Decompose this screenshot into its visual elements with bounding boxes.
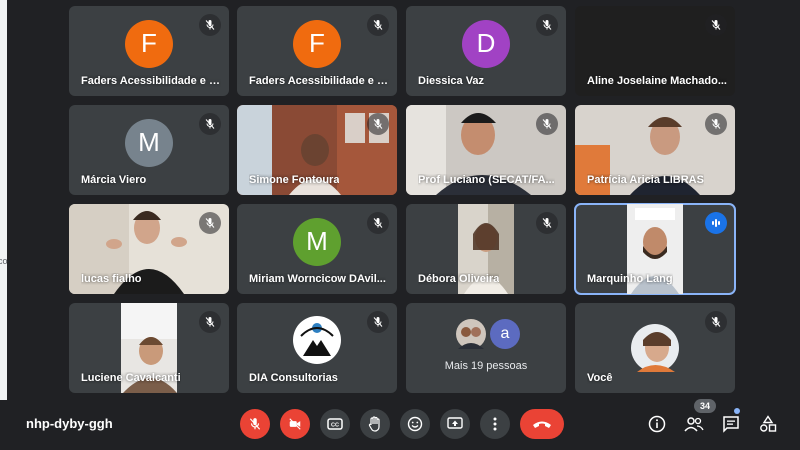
participant-tile[interactable]: Prof Luciano (SECAT/FA...: [406, 105, 566, 195]
participant-thumbnail: [456, 319, 486, 349]
avatar: F: [125, 19, 173, 68]
participant-tile[interactable]: D Diessica Vaz: [406, 6, 566, 96]
participant-name: DIA Consultorias: [249, 372, 338, 384]
participant-name: Débora Oliveira: [418, 273, 500, 285]
avatar: F: [293, 19, 341, 68]
mic-off-icon: [705, 14, 727, 36]
mic-off-icon: [367, 14, 389, 36]
participant-name: Aline Joselaine Machado...: [587, 75, 727, 87]
mic-off-icon: [705, 113, 727, 135]
camera-toggle-button[interactable]: [280, 409, 310, 439]
participant-tile[interactable]: M Miriam Worncicow DAvil...: [237, 204, 397, 294]
mic-off-icon: [536, 212, 558, 234]
bottom-control-bar: nhp-dyby-ggh CC: [0, 400, 800, 450]
participant-count-badge: 34: [694, 399, 716, 413]
participant-name: Luciene Cavalcanti: [81, 372, 181, 384]
self-tile[interactable]: Você: [575, 303, 735, 393]
mic-off-icon: [536, 14, 558, 36]
activities-icon: [760, 415, 777, 432]
people-button[interactable]: [682, 412, 706, 436]
mic-off-icon: [199, 113, 221, 135]
participant-tile[interactable]: Débora Oliveira: [406, 204, 566, 294]
reactions-button[interactable]: [400, 409, 430, 439]
mic-off-icon: [705, 311, 727, 333]
more-participants-label: Mais 19 pessoas: [444, 360, 528, 372]
captions-button[interactable]: CC: [320, 409, 350, 439]
participant-tile[interactable]: Patrícia Aricia LIBRAS: [575, 105, 735, 195]
svg-text:CC: CC: [331, 423, 339, 429]
participant-name: Márcia Viero: [81, 174, 147, 186]
meeting-code: nhp-dyby-ggh: [26, 416, 113, 431]
participant-tile-active-speaker[interactable]: Marquinho Lang: [574, 203, 736, 295]
chat-button[interactable]: [719, 412, 743, 436]
mic-off-icon: [199, 14, 221, 36]
camera-off-icon: [289, 418, 301, 430]
avatar: a: [490, 319, 520, 349]
edge-text-fragment: co: [0, 256, 8, 266]
present-screen-icon: [447, 417, 463, 429]
mic-toggle-button[interactable]: [240, 409, 270, 439]
activities-button[interactable]: [756, 412, 780, 436]
participant-tile[interactable]: Simone Fontoura: [237, 105, 397, 195]
mic-off-icon: [367, 113, 389, 135]
leave-call-button[interactable]: [520, 409, 564, 439]
participant-name: Prof Luciano (SECAT/FA...: [418, 174, 555, 186]
mic-off-icon: [367, 212, 389, 234]
more-participants-tile[interactable]: a Mais 19 pessoas: [406, 303, 566, 393]
raise-hand-button[interactable]: [360, 409, 390, 439]
participant-tile[interactable]: M Márcia Viero: [69, 105, 229, 195]
meeting-info-button[interactable]: [645, 412, 669, 436]
participant-name: Diessica Vaz: [418, 75, 485, 87]
participant-name: Faders Acessibilidade e I...: [81, 75, 221, 87]
chat-icon: [723, 416, 739, 433]
phone-hangup-icon: [533, 421, 551, 428]
participant-name: Patrícia Aricia LIBRAS: [587, 174, 704, 186]
participant-name: Miriam Worncicow DAvil...: [249, 273, 386, 285]
participant-tile[interactable]: F Faders Acessibilidade e I...: [69, 6, 229, 96]
mic-off-icon: [199, 311, 221, 333]
more-vert-icon: [493, 417, 497, 431]
avatar: D: [462, 19, 510, 68]
participant-tile[interactable]: lucas fialho: [69, 204, 229, 294]
mic-off-icon: [199, 212, 221, 234]
mic-off-icon: [249, 418, 261, 430]
participant-name: Você: [587, 372, 613, 384]
avatar: M: [125, 118, 173, 167]
left-browser-edge: [0, 0, 7, 450]
speaking-indicator-icon: [705, 212, 727, 234]
dia-consultorias-logo: [293, 316, 341, 364]
participant-name: lucas fialho: [81, 273, 142, 285]
participant-name: Marquinho Lang: [587, 273, 673, 285]
avatar: M: [293, 217, 341, 266]
present-button[interactable]: [440, 409, 470, 439]
info-icon: [648, 415, 666, 433]
people-icon: [684, 417, 704, 432]
mic-off-icon: [367, 311, 389, 333]
participant-tile[interactable]: DIA Consultorias: [237, 303, 397, 393]
participant-tile[interactable]: F Faders Acessibilidade e I...: [237, 6, 397, 96]
captions-icon: CC: [327, 418, 343, 430]
mic-off-icon: [536, 113, 558, 135]
more-options-button[interactable]: [480, 409, 510, 439]
self-avatar-photo: [631, 324, 679, 372]
participant-name: Faders Acessibilidade e I...: [249, 75, 389, 87]
participant-tile[interactable]: Aline Joselaine Machado...: [575, 6, 735, 96]
participant-name: Simone Fontoura: [249, 174, 340, 186]
emoji-icon: [407, 416, 423, 432]
hand-icon: [368, 416, 380, 432]
chat-notification-dot: [734, 408, 740, 414]
participant-tile[interactable]: Luciene Cavalcanti: [69, 303, 229, 393]
